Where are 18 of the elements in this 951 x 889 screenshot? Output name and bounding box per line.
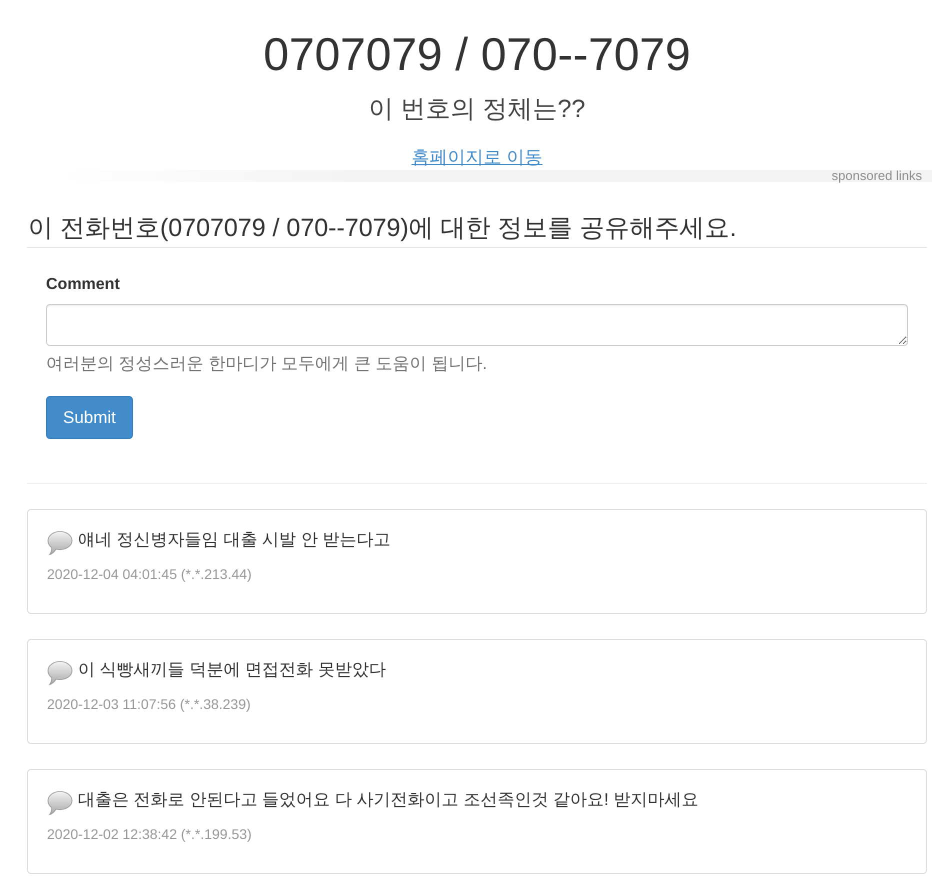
comment-field[interactable] <box>46 304 908 346</box>
help-text: 여러분의 정성스러운 한마디가 모두에게 큰 도움이 됩니다. <box>46 353 488 376</box>
speech-bubble-icon <box>47 660 73 686</box>
form-heading: 이 전화번호(0707079 / 070--7079)에 대한 정보를 공유해주세요. <box>27 214 927 248</box>
comment-text: 이 식빵새끼들 덕분에 면접전화 못받았다 <box>78 659 386 682</box>
page-subtitle: 이 번호의 정체는?? <box>368 94 586 124</box>
page-title: 0707079 / 070--7079 <box>263 29 691 80</box>
speech-bubble-icon <box>47 530 73 556</box>
speech-bubble-icon <box>47 790 73 816</box>
homepage-link[interactable]: 홈페이지로 이동 <box>411 147 542 168</box>
comment-timestamp: 2020-12-03 11:07:56 (*.*.38.239) <box>47 695 251 714</box>
comment-timestamp: 2020-12-02 12:38:42 (*.*.199.53) <box>47 825 252 844</box>
comment-text: 대출은 전화로 안된다고 들었어요 다 사기전화이고 조선족인것 같아요! 받지마세요 <box>78 789 699 812</box>
submit-button[interactable]: Submit <box>46 396 133 440</box>
sponsored-links-label: sponsored links <box>832 170 922 182</box>
comment-label: Comment <box>46 275 120 296</box>
comment-timestamp: 2020-12-04 04:01:45 (*.*.213.44) <box>47 565 252 584</box>
comment-text: 얘네 정신병자들임 대출 시발 안 받는다고 <box>78 529 391 552</box>
